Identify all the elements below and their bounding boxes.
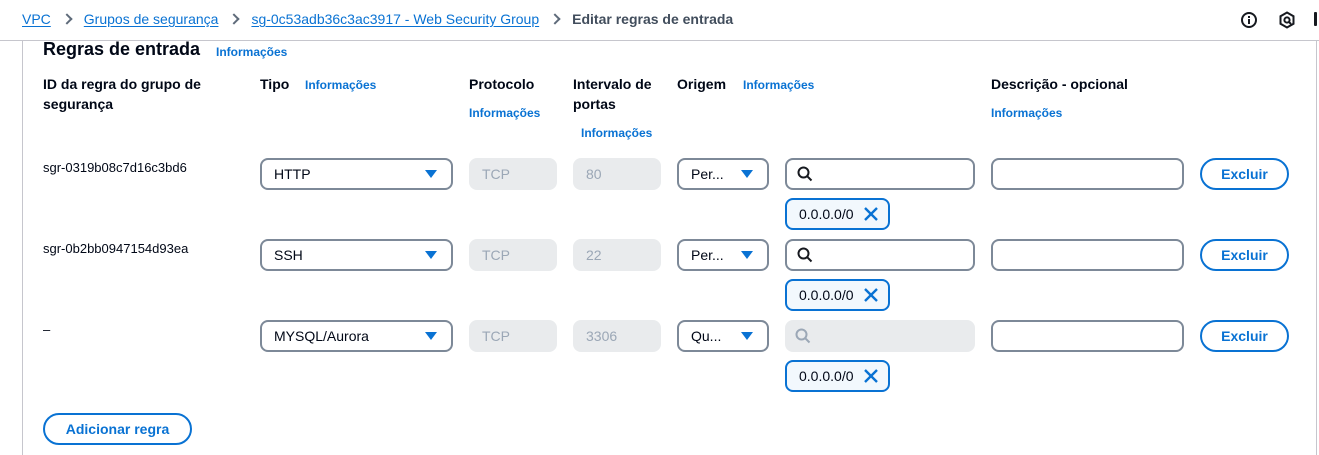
rule-id: – bbox=[43, 322, 51, 337]
description-input[interactable] bbox=[991, 239, 1184, 271]
delete-rule-button[interactable]: Excluir bbox=[1200, 158, 1289, 190]
cidr-token: 0.0.0.0/0 bbox=[785, 279, 890, 311]
cidr-token-value: 0.0.0.0/0 bbox=[799, 368, 854, 384]
search-icon bbox=[795, 328, 811, 344]
close-icon[interactable] bbox=[862, 367, 880, 385]
cidr-token: 0.0.0.0/0 bbox=[785, 360, 890, 392]
caret-down-icon bbox=[741, 251, 753, 259]
breadcrumb-vpc[interactable]: VPC bbox=[22, 11, 51, 27]
protocol-field: TCP bbox=[469, 320, 557, 352]
type-select[interactable]: SSH bbox=[260, 239, 453, 271]
close-icon[interactable] bbox=[862, 205, 880, 223]
column-header-protocol: Protocolo bbox=[469, 76, 535, 92]
column-header-description: Descrição - opcional bbox=[991, 76, 1128, 92]
cidr-token-value: 0.0.0.0/0 bbox=[799, 287, 854, 303]
panel-edge-icon bbox=[1314, 12, 1317, 26]
description-input[interactable] bbox=[991, 158, 1184, 190]
caret-down-icon bbox=[425, 332, 437, 340]
caret-down-icon bbox=[425, 251, 437, 259]
port-range-info-link[interactable]: Informações bbox=[581, 126, 652, 140]
search-icon bbox=[797, 166, 813, 182]
type-select-value: MYSQL/Aurora bbox=[274, 328, 369, 344]
port-range-field: 80 bbox=[573, 158, 661, 190]
source-info-link[interactable]: Informações bbox=[743, 78, 814, 92]
column-header-source: Origem bbox=[677, 76, 727, 92]
delete-rule-button[interactable]: Excluir bbox=[1200, 239, 1289, 271]
source-select[interactable]: Per... bbox=[677, 239, 769, 271]
type-info-link[interactable]: Informações bbox=[305, 78, 376, 92]
chevron-right-icon bbox=[549, 13, 561, 25]
column-header-port-range: Intervalo de portas bbox=[573, 76, 652, 112]
source-select[interactable]: Per... bbox=[677, 158, 769, 190]
protocol-field: TCP bbox=[469, 239, 557, 271]
type-select[interactable]: HTTP bbox=[260, 158, 453, 190]
close-icon[interactable] bbox=[862, 286, 880, 304]
breadcrumb-bar: VPC Grupos de segurança sg-0c53adb36c3ac… bbox=[0, 0, 1319, 41]
delete-rule-button[interactable]: Excluir bbox=[1200, 320, 1289, 352]
description-input[interactable] bbox=[991, 320, 1184, 352]
source-search-input[interactable] bbox=[785, 239, 975, 271]
type-select-value: SSH bbox=[274, 247, 303, 263]
chevron-right-icon bbox=[61, 13, 73, 25]
source-select[interactable]: Qu... bbox=[677, 320, 769, 352]
chevron-right-icon bbox=[228, 13, 241, 25]
column-header-type: Tipo bbox=[260, 76, 290, 92]
source-select-value: Per... bbox=[691, 247, 724, 263]
breadcrumb: VPC Grupos de segurança sg-0c53adb36c3ac… bbox=[22, 11, 733, 27]
protocol-field: TCP bbox=[469, 158, 557, 190]
source-select-value: Qu... bbox=[691, 328, 722, 344]
source-select-value: Per... bbox=[691, 166, 724, 182]
rule-id: sgr-0319b08c7d16c3bd6 bbox=[43, 160, 187, 175]
add-rule-button[interactable]: Adicionar regra bbox=[43, 413, 192, 445]
source-search-input bbox=[785, 320, 975, 352]
source-search-input[interactable] bbox=[785, 158, 975, 190]
cidr-token: 0.0.0.0/0 bbox=[785, 198, 890, 230]
type-select[interactable]: MYSQL/Aurora bbox=[260, 320, 453, 352]
search-icon bbox=[797, 247, 813, 263]
breadcrumb-security-groups[interactable]: Grupos de segurança bbox=[84, 11, 219, 27]
notifications-icon[interactable] bbox=[1278, 11, 1296, 29]
caret-down-icon bbox=[741, 170, 753, 178]
breadcrumb-current: Editar regras de entrada bbox=[572, 11, 734, 27]
description-info-link[interactable]: Informações bbox=[991, 106, 1062, 120]
type-select-value: HTTP bbox=[274, 166, 311, 182]
rule-id: sgr-0b2bb0947154d93ea bbox=[43, 241, 189, 256]
breadcrumb-security-group[interactable]: sg-0c53adb36c3ac3917 - Web Security Grou… bbox=[251, 11, 539, 27]
port-range-field: 3306 bbox=[573, 320, 661, 352]
info-circle-icon[interactable] bbox=[1240, 11, 1258, 29]
section-title: Regras de entrada bbox=[43, 39, 201, 59]
caret-down-icon bbox=[425, 170, 437, 178]
section-info-link[interactable]: Informações bbox=[216, 45, 287, 59]
cidr-token-value: 0.0.0.0/0 bbox=[799, 206, 854, 222]
port-range-field: 22 bbox=[573, 239, 661, 271]
protocol-info-link[interactable]: Informações bbox=[469, 106, 540, 120]
caret-down-icon bbox=[741, 332, 753, 340]
column-header-rule-id: ID da regra do grupo de segurança bbox=[43, 76, 201, 112]
